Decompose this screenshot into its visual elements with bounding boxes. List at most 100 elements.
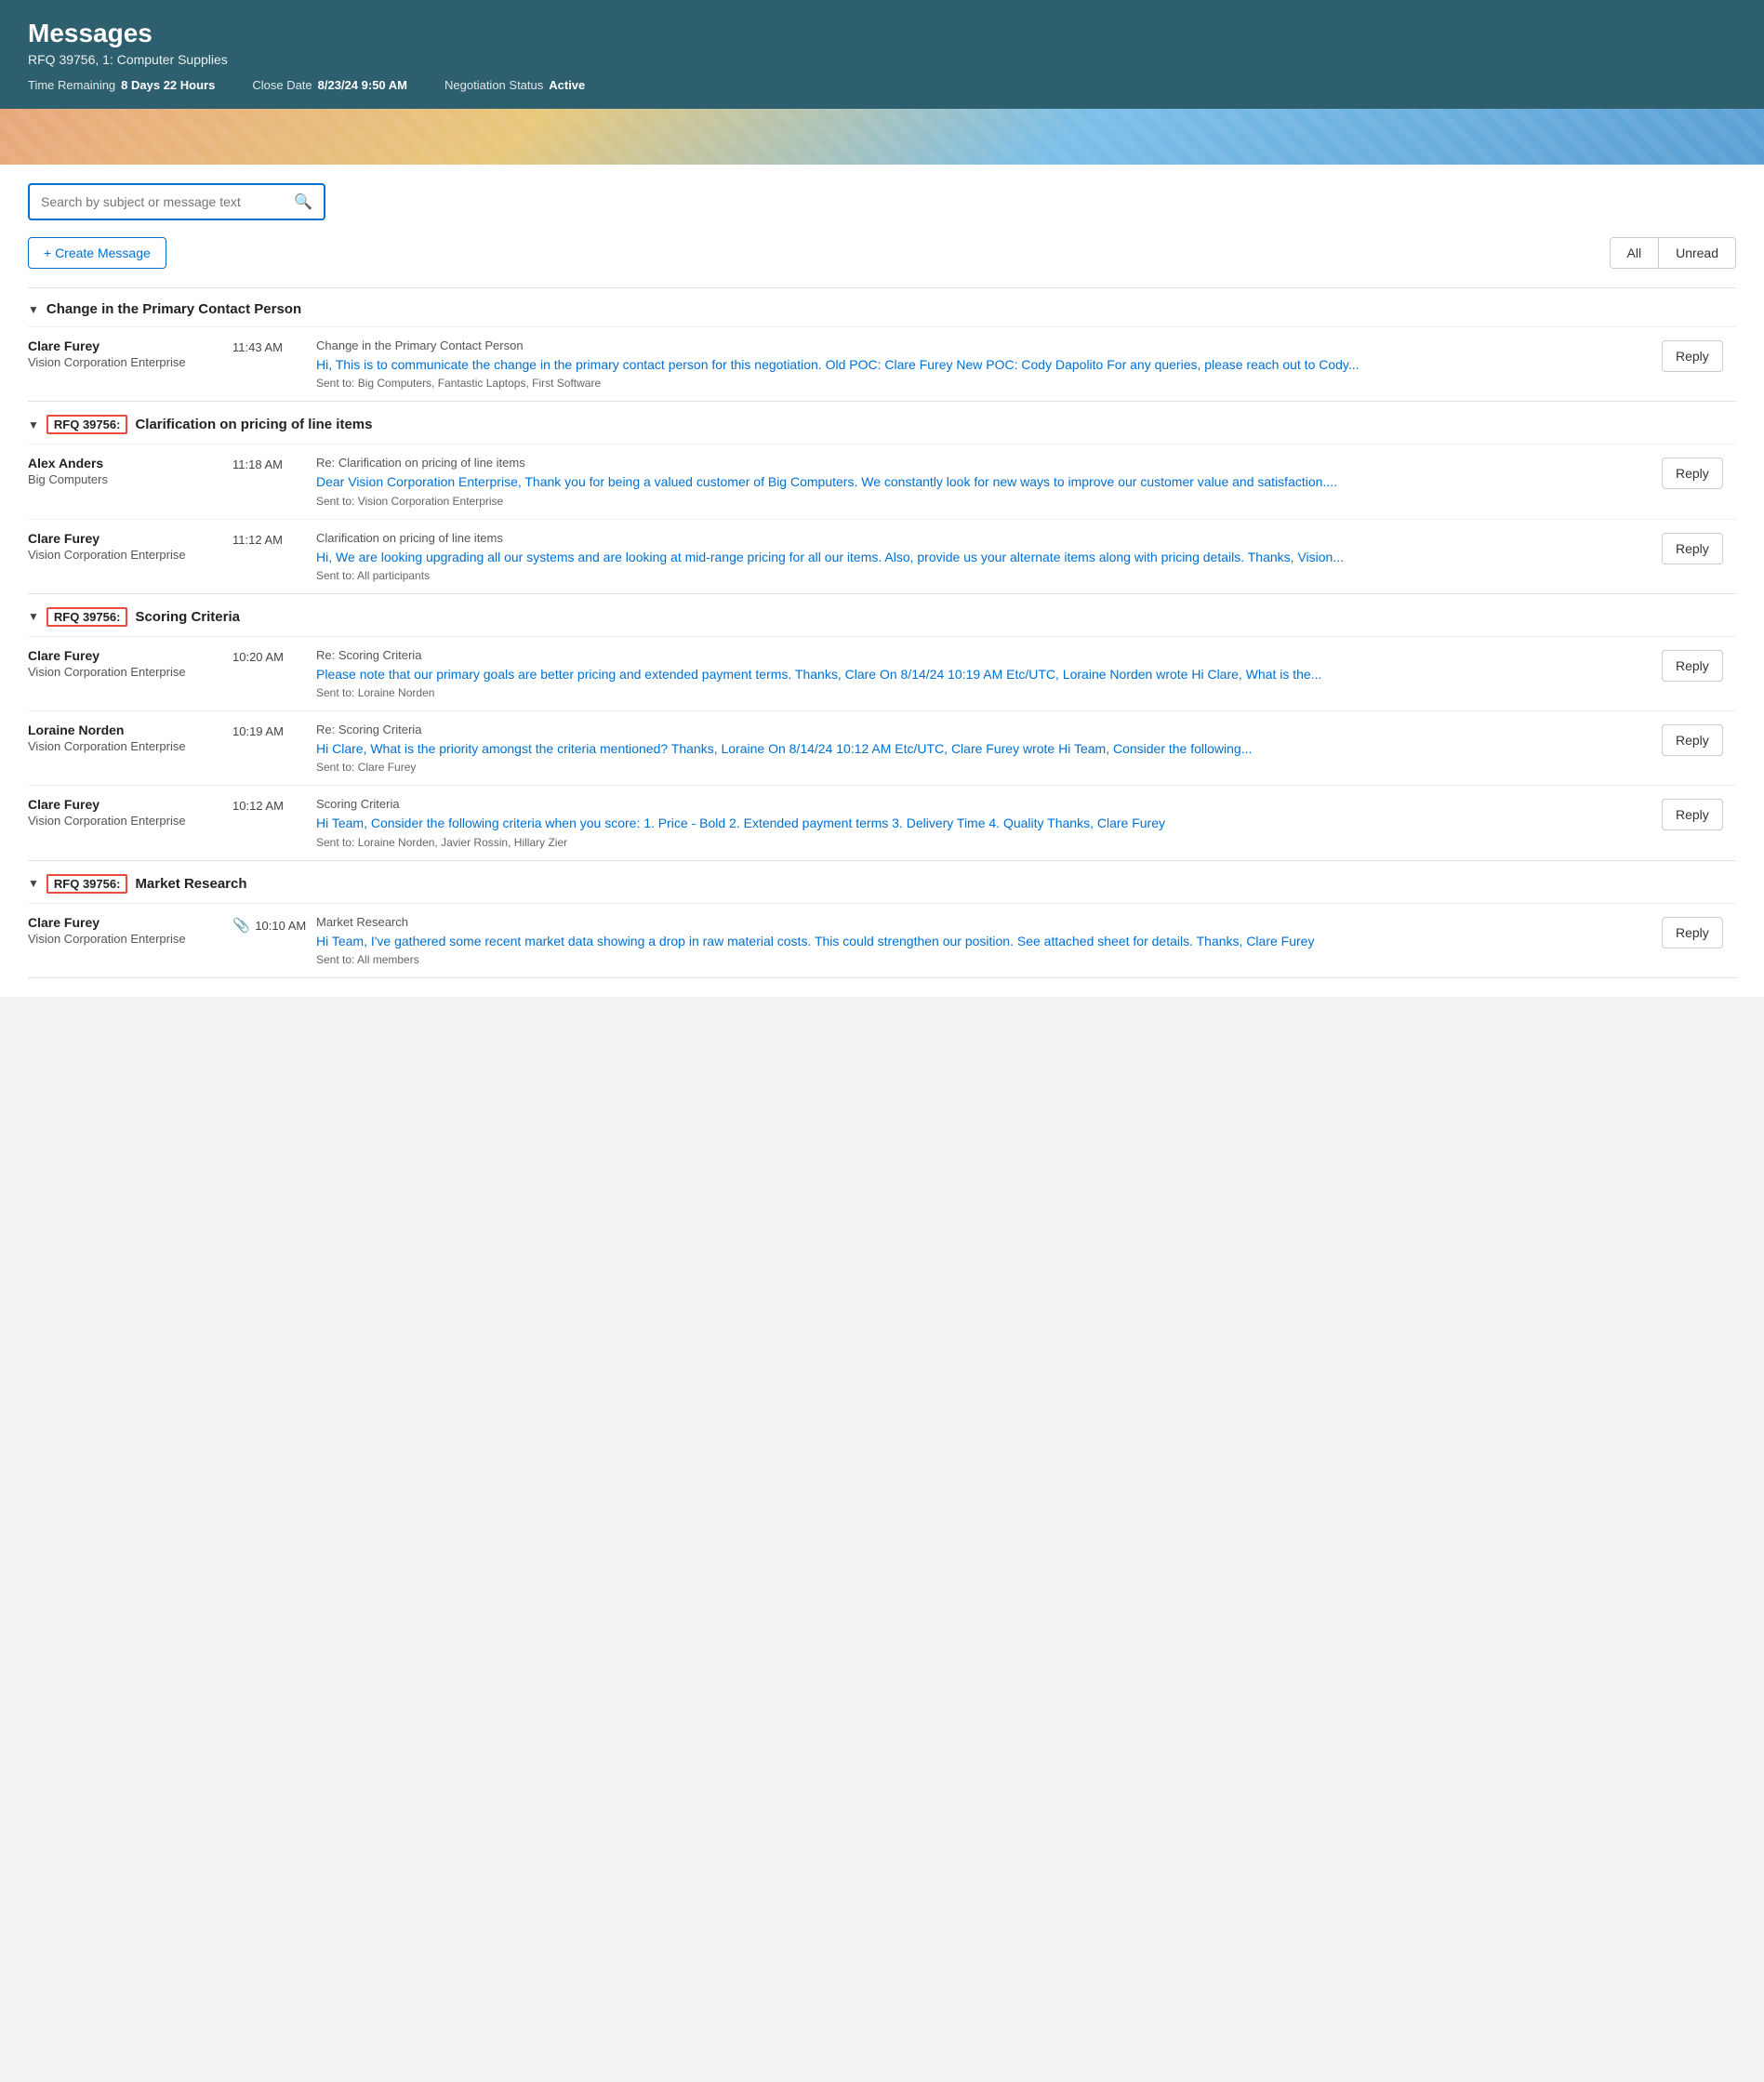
header-meta: Time Remaining 8 Days 22 Hours Close Dat… [28, 78, 1736, 92]
chevron-icon-3: ▼ [28, 610, 39, 623]
message-sent-to: Sent to: Vision Corporation Enterprise [316, 495, 1643, 508]
sender-col: Clare Furey Vision Corporation Enterpris… [28, 531, 232, 562]
message-sent-to: Sent to: Big Computers, Fantastic Laptop… [316, 377, 1643, 390]
sender-org: Vision Corporation Enterprise [28, 739, 232, 753]
chevron-icon-4: ▼ [28, 877, 39, 890]
filter-buttons: All Unread [1610, 237, 1736, 269]
chevron-icon-2: ▼ [28, 418, 39, 431]
message-content: Change in the Primary Contact Person Hi,… [316, 338, 1662, 390]
message-subject: Market Research [316, 915, 1643, 929]
create-message-button[interactable]: + Create Message [28, 237, 166, 269]
reply-col: Reply [1662, 648, 1736, 682]
sender-col: Clare Furey Vision Corporation Enterpris… [28, 915, 232, 946]
message-preview: Dear Vision Corporation Enterprise, Than… [316, 472, 1643, 491]
filter-unread-button[interactable]: Unread [1659, 238, 1735, 268]
sender-name: Clare Furey [28, 648, 232, 663]
search-bar[interactable]: 🔍 [28, 183, 325, 220]
message-row: Clare Furey Vision Corporation Enterpris… [28, 519, 1736, 593]
message-content: Re: Clarification on pricing of line ite… [316, 456, 1662, 507]
sender-org: Big Computers [28, 472, 232, 486]
message-preview: Hi Team, Consider the following criteria… [316, 814, 1643, 832]
main-content: 🔍 + Create Message All Unread ▼ Change i… [0, 165, 1764, 997]
thread-header-1[interactable]: ▼ Change in the Primary Contact Person [28, 288, 1736, 326]
create-message-label: + Create Message [44, 245, 151, 260]
search-icon: 🔍 [294, 192, 312, 211]
sender-name: Loraine Norden [28, 723, 232, 737]
sender-col: Clare Furey Vision Corporation Enterpris… [28, 648, 232, 679]
page-header: Messages RFQ 39756, 1: Computer Supplies… [0, 0, 1764, 109]
sender-name: Clare Furey [28, 915, 232, 930]
message-row: Clare Furey Vision Corporation Enterpris… [28, 903, 1736, 977]
message-time: 10:19 AM [232, 723, 316, 738]
message-sent-to: Sent to: Loraine Norden, Javier Rossin, … [316, 836, 1643, 849]
message-preview: Hi, We are looking upgrading all our sys… [316, 548, 1643, 566]
message-time: 11:18 AM [232, 456, 316, 471]
message-sent-to: Sent to: All members [316, 953, 1643, 966]
reply-button[interactable]: Reply [1662, 340, 1723, 372]
message-row: Alex Anders Big Computers 11:18 AM Re: C… [28, 444, 1736, 518]
message-subject: Re: Scoring Criteria [316, 723, 1643, 736]
filter-all-button[interactable]: All [1611, 238, 1660, 268]
reply-col: Reply [1662, 338, 1736, 372]
sender-col: Clare Furey Vision Corporation Enterpris… [28, 338, 232, 369]
banner-image [0, 109, 1764, 165]
reply-button[interactable]: Reply [1662, 799, 1723, 830]
page-title: Messages [28, 19, 1736, 48]
rfq-badge-4: RFQ 39756: [46, 874, 128, 894]
thread-title-1: Change in the Primary Contact Person [46, 301, 301, 317]
message-content: Market Research Hi Team, I've gathered s… [316, 915, 1662, 966]
thread-header-2[interactable]: ▼ RFQ 39756: Clarification on pricing of… [28, 402, 1736, 444]
toolbar: + Create Message All Unread [28, 237, 1736, 269]
thread-title-2: Clarification on pricing of line items [135, 417, 372, 432]
thread-header-4[interactable]: ▼ RFQ 39756: Market Research [28, 861, 1736, 903]
rfq-badge-2: RFQ 39756: [46, 415, 128, 434]
sender-col: Alex Anders Big Computers [28, 456, 232, 486]
message-subject: Re: Scoring Criteria [316, 648, 1643, 662]
message-row: Clare Furey Vision Corporation Enterpris… [28, 785, 1736, 859]
message-content: Scoring Criteria Hi Team, Consider the f… [316, 797, 1662, 848]
sender-name: Clare Furey [28, 797, 232, 812]
reply-button[interactable]: Reply [1662, 724, 1723, 756]
thread-group-4: ▼ RFQ 39756: Market Research Clare Furey… [28, 860, 1736, 978]
message-preview: Hi, This is to communicate the change in… [316, 355, 1643, 374]
reply-col: Reply [1662, 797, 1736, 830]
message-sent-to: Sent to: Clare Furey [316, 761, 1643, 774]
message-content: Clarification on pricing of line items H… [316, 531, 1662, 582]
message-row: Loraine Norden Vision Corporation Enterp… [28, 710, 1736, 785]
rfq-badge-3: RFQ 39756: [46, 607, 128, 627]
reply-col: Reply [1662, 723, 1736, 756]
thread-title-4: Market Research [135, 876, 246, 892]
message-preview: Hi Team, I've gathered some recent marke… [316, 932, 1643, 950]
search-input[interactable] [41, 194, 294, 209]
reply-col: Reply [1662, 456, 1736, 489]
reply-col: Reply [1662, 915, 1736, 948]
message-row: Clare Furey Vision Corporation Enterpris… [28, 636, 1736, 710]
sender-col: Clare Furey Vision Corporation Enterpris… [28, 797, 232, 828]
reply-button[interactable]: Reply [1662, 458, 1723, 489]
meta-time-remaining: Time Remaining 8 Days 22 Hours [28, 78, 215, 92]
message-time: 📎 10:10 AM [232, 915, 316, 934]
chevron-icon-1: ▼ [28, 303, 39, 316]
message-preview: Please note that our primary goals are b… [316, 665, 1643, 683]
thread-title-3: Scoring Criteria [135, 609, 240, 625]
message-subject: Clarification on pricing of line items [316, 531, 1643, 545]
attachment-icon: 📎 [232, 918, 250, 934]
thread-group-2: ▼ RFQ 39756: Clarification on pricing of… [28, 401, 1736, 593]
message-content: Re: Scoring Criteria Please note that ou… [316, 648, 1662, 699]
reply-button[interactable]: Reply [1662, 917, 1723, 948]
sender-org: Vision Corporation Enterprise [28, 355, 232, 369]
message-row: Clare Furey Vision Corporation Enterpris… [28, 326, 1736, 401]
page-subtitle: RFQ 39756, 1: Computer Supplies [28, 52, 1736, 67]
meta-negotiation-status: Negotiation Status Active [444, 78, 585, 92]
thread-header-3[interactable]: ▼ RFQ 39756: Scoring Criteria [28, 594, 1736, 636]
reply-button[interactable]: Reply [1662, 650, 1723, 682]
message-subject: Scoring Criteria [316, 797, 1643, 811]
message-time: 10:12 AM [232, 797, 316, 813]
message-subject: Re: Clarification on pricing of line ite… [316, 456, 1643, 470]
sender-name: Alex Anders [28, 456, 232, 471]
sender-name: Clare Furey [28, 338, 232, 353]
reply-button[interactable]: Reply [1662, 533, 1723, 564]
sender-col: Loraine Norden Vision Corporation Enterp… [28, 723, 232, 753]
message-time: 10:20 AM [232, 648, 316, 664]
sender-org: Vision Corporation Enterprise [28, 665, 232, 679]
